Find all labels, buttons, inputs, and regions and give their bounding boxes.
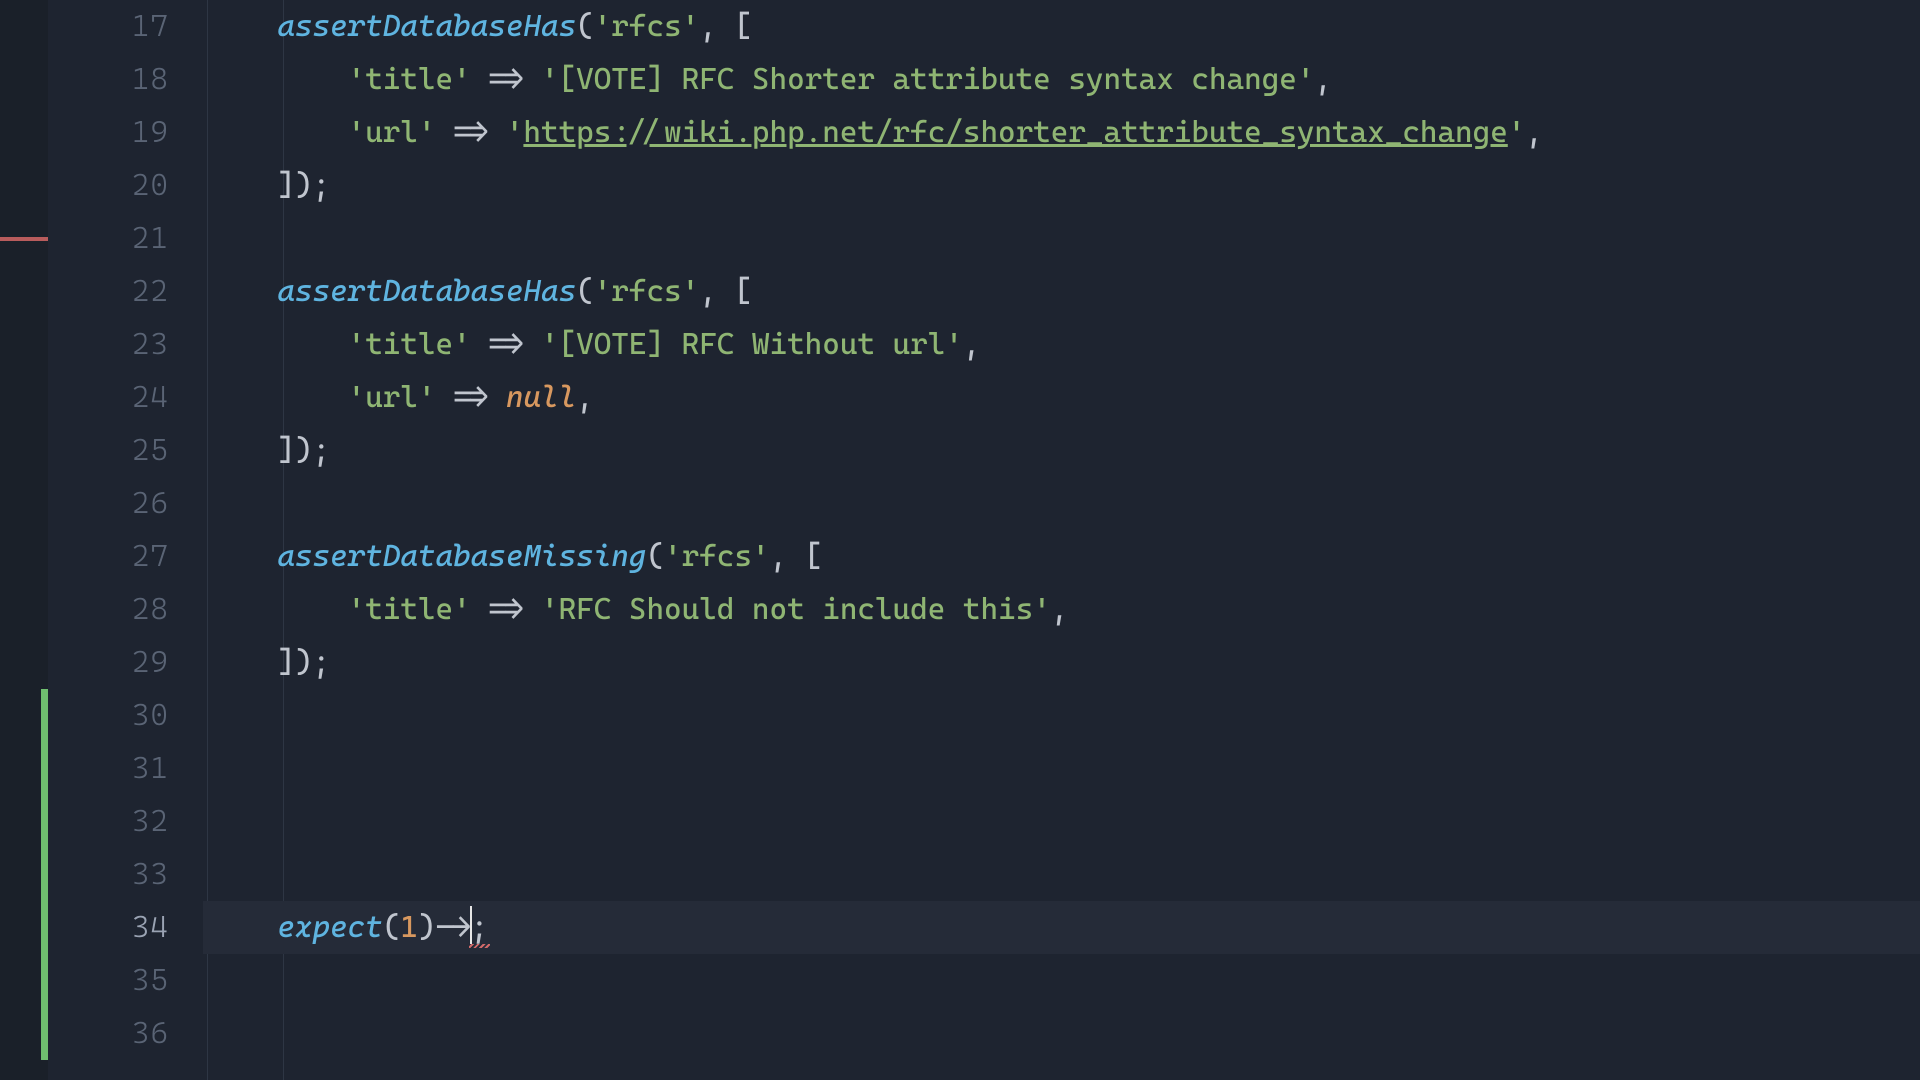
vcs-deletion-marker [0,237,48,241]
number-literal: 1 [400,910,418,945]
line-number: 35 [48,954,169,1007]
code-line[interactable] [203,212,1920,265]
line-number: 30 [48,689,169,742]
code-line[interactable]: assertDatabaseHas('rfcs', [ [203,0,1920,53]
code-line[interactable]: 'title' => 'RFC Should not include this'… [203,583,1920,636]
code-line[interactable] [203,477,1920,530]
line-number: 17 [48,0,169,53]
line-number: 21 [48,212,169,265]
syntax-error-marker: ; [471,910,489,945]
line-number: 34 [48,901,169,954]
line-number: 25 [48,424,169,477]
line-number: 27 [48,530,169,583]
function-call: assertDatabaseHas [277,274,576,309]
line-number: 22 [48,265,169,318]
line-number: 20 [48,159,169,212]
line-number: 26 [48,477,169,530]
code-line[interactable] [203,954,1920,1007]
current-line[interactable]: expect(1)->; [203,901,1920,954]
code-line[interactable]: assertDatabaseMissing('rfcs', [ [203,530,1920,583]
code-line[interactable]: ]); [203,159,1920,212]
line-number-gutter: 1718192021222324252627282930313233343536 [48,0,203,1080]
null-literal: null [506,380,576,415]
code-line[interactable] [203,795,1920,848]
function-call: assertDatabaseMissing [277,539,646,574]
code-line[interactable] [203,848,1920,901]
code-line[interactable]: assertDatabaseHas('rfcs', [ [203,265,1920,318]
code-line[interactable]: ]); [203,424,1920,477]
line-number: 24 [48,371,169,424]
vcs-gutter [0,0,48,1080]
code-line[interactable]: 'title' => '[VOTE] RFC Without url', [203,318,1920,371]
function-call: expect [277,910,382,945]
line-number: 23 [48,318,169,371]
code-line[interactable] [203,1007,1920,1060]
function-call: assertDatabaseHas [277,9,576,44]
line-number: 29 [48,636,169,689]
url-link[interactable]: https://wiki.php.net/rfc/shorter_attribu… [523,115,1507,150]
line-number: 33 [48,848,169,901]
code-line[interactable]: ]); [203,636,1920,689]
line-number: 36 [48,1007,169,1060]
code-line[interactable]: 'url' => 'https://wiki.php.net/rfc/short… [203,106,1920,159]
code-editor[interactable]: assertDatabaseHas('rfcs', [ 'title' => '… [203,0,1920,1080]
line-number: 19 [48,106,169,159]
code-line[interactable] [203,689,1920,742]
code-line[interactable]: 'title' => '[VOTE] RFC Shorter attribute… [203,53,1920,106]
code-line[interactable]: 'url' => null, [203,371,1920,424]
line-number: 31 [48,742,169,795]
line-number: 18 [48,53,169,106]
vcs-addition-marker [41,689,48,1060]
line-number: 32 [48,795,169,848]
line-number: 28 [48,583,169,636]
code-line[interactable] [203,742,1920,795]
